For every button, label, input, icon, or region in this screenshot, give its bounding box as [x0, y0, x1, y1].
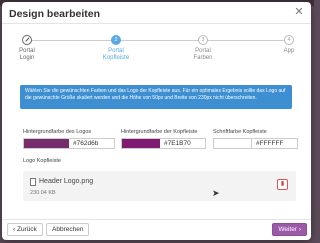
header-bg-label: Hintergrundfarbe der Kopfleiste: [121, 129, 198, 135]
mouse-cursor-icon: ➤: [212, 188, 220, 198]
design-edit-modal: Design bearbeiten ✕ Portal Login 2 Portal…: [2, 2, 311, 240]
logo-bg-swatch[interactable]: [24, 139, 69, 148]
step-label-line2: Farben: [193, 55, 213, 61]
header-bg-color-field[interactable]: #7E1B70: [121, 138, 206, 149]
file-icon: [30, 178, 36, 186]
modal-title: Design bearbeiten: [9, 8, 101, 20]
logo-bg-value[interactable]: #762d6b: [69, 139, 102, 148]
header-bg-value[interactable]: #7E1B70: [160, 139, 195, 148]
stepper-line: [27, 40, 289, 41]
wizard-stepper: Portal Login 2 Portal Kopfleiste 3 Portal F…: [2, 30, 311, 70]
delete-file-button[interactable]: ▮: [277, 179, 288, 190]
header-font-value[interactable]: #FFFFFF: [252, 139, 287, 148]
step-done-icon: [22, 35, 32, 45]
back-button[interactable]: ‹ Zurück: [7, 223, 43, 236]
logo-heading: Logo Kopfleiste: [23, 158, 61, 164]
step-number-icon: 3: [198, 35, 208, 45]
step-portal-kopfleiste[interactable]: 2 Portal Kopfleiste: [86, 30, 146, 62]
logo-bg-label: Hintergrundfarbe des Logos: [23, 129, 92, 135]
file-name: Header Logo.png: [39, 178, 94, 185]
logo-bg-color-field[interactable]: #762d6b: [23, 138, 115, 149]
header-bg-swatch[interactable]: [122, 139, 160, 148]
next-button[interactable]: Weiter ›: [272, 223, 307, 236]
modal-footer: ‹ Zurück Abbrechen Weiter ›: [2, 220, 311, 240]
header-font-swatch[interactable]: [214, 139, 252, 148]
close-icon[interactable]: ✕: [293, 6, 305, 18]
step-portal-login[interactable]: Portal Login: [2, 30, 57, 62]
logo-upload-panel[interactable]: Header Logo.png 230.04 KB ▮: [23, 171, 296, 201]
cancel-button[interactable]: Abbrechen: [46, 223, 90, 236]
step-number-icon: 2: [111, 35, 121, 45]
step-label-line1: Portal: [108, 48, 124, 54]
file-size: 230.04 KB: [30, 190, 56, 196]
step-number-icon: 4: [284, 35, 294, 45]
trash-icon: ▮: [280, 181, 285, 187]
step-label-line2: Login: [19, 55, 35, 61]
step-label-line1: Portal: [195, 48, 211, 54]
step-app[interactable]: 4 App: [259, 30, 311, 55]
step-label-line2: Kopfleiste: [102, 55, 130, 61]
step-portal-farben[interactable]: 3 Portal Farben: [173, 30, 233, 62]
header-font-label: Schriftfarbe Kopfleiste: [213, 129, 267, 135]
step-label-line1: Portal: [19, 48, 35, 54]
header-font-color-field[interactable]: #FFFFFF: [213, 138, 298, 149]
step-label-line1: App: [283, 48, 295, 54]
title-divider: [2, 23, 311, 24]
info-message: Wählen Sie die gewünschten Farben und da…: [20, 85, 292, 109]
